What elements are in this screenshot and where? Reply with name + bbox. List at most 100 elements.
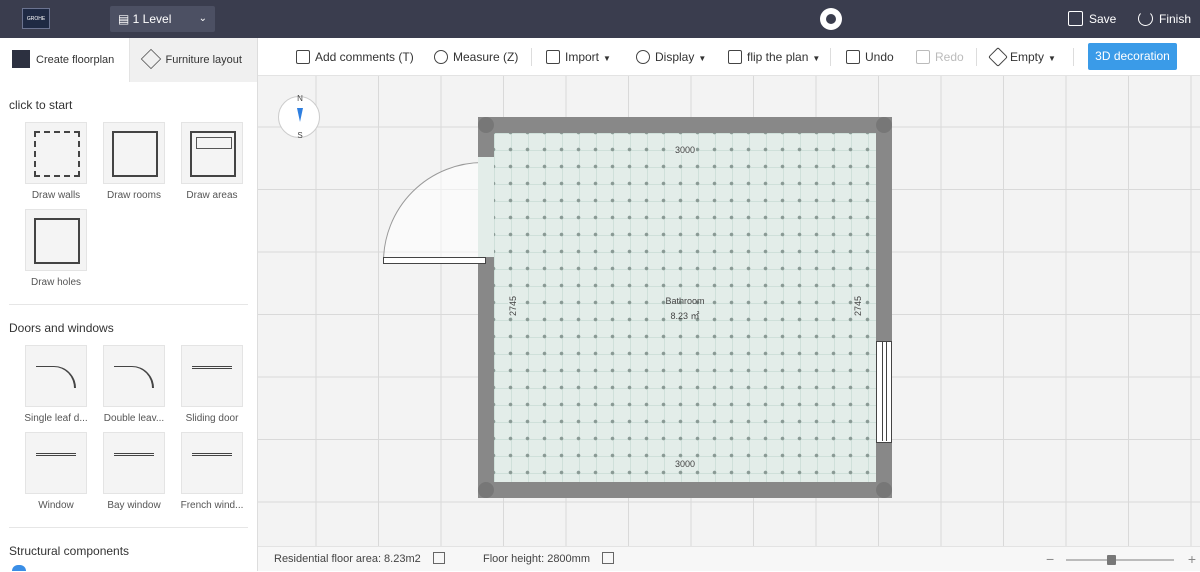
window[interactable] (876, 341, 892, 443)
3d-decoration-button[interactable]: 3D decoration (1088, 43, 1177, 70)
zoom-slider-track[interactable] (1066, 559, 1174, 561)
redo-label: Redo (935, 50, 964, 64)
top-bar: GROHE ▤ 1 Level ⌄ Save Finish (0, 0, 1200, 38)
tool-label: Bay window (107, 500, 161, 511)
dimension-bottom: 3000 (674, 459, 697, 469)
door-line (192, 366, 232, 388)
tool-label: Single leaf d... (24, 413, 88, 424)
zoom-slider-handle[interactable] (1107, 555, 1117, 565)
text-icon (296, 50, 310, 64)
draw-walls-tool[interactable]: Draw walls (17, 122, 95, 203)
level-label: 1 Level (132, 12, 172, 26)
measure-icon (434, 50, 448, 64)
french-line (192, 453, 232, 475)
corner-node[interactable] (478, 482, 494, 498)
bathroom-floor[interactable]: 3000 3000 2745 2745 Bathroom 8.23 ㎡ (494, 133, 876, 482)
undo-label: Undo (865, 50, 894, 64)
separator (1073, 48, 1074, 66)
draw-rooms-icon (103, 122, 165, 184)
room-rect (112, 131, 158, 177)
single-leaf-door-tool[interactable]: Single leaf d... (17, 345, 95, 426)
floorplan-icon (12, 50, 30, 68)
dimension-top: 3000 (674, 145, 697, 155)
flip-label: flip the plan (747, 50, 809, 64)
door-arc (114, 366, 154, 388)
draw-areas-tool[interactable]: Draw areas (173, 122, 251, 203)
floorplan-canvas[interactable]: N S 3000 3000 2745 2745 Bathroom 8.23 ㎡ (258, 76, 1200, 546)
floor-height-status: Floor height: 2800mm (483, 547, 614, 572)
upload-icon (546, 50, 560, 64)
room-name: Bathroom (665, 296, 705, 306)
measure-label: Measure (Z) (453, 50, 519, 64)
door-leaf[interactable] (383, 257, 486, 264)
draw-holes-icon (25, 209, 87, 271)
chevron-down-icon: ▼ (1048, 54, 1056, 63)
import-button[interactable]: Import ▼ (546, 38, 611, 76)
bay-window-tool[interactable]: Bay window (95, 432, 173, 513)
level-selector[interactable]: ▤ 1 Level ⌄ (110, 6, 215, 32)
add-comments-button[interactable]: Add comments (T) (296, 38, 414, 76)
support-icon[interactable] (820, 8, 842, 30)
tool-label: Sliding door (185, 413, 239, 424)
window-line (36, 453, 76, 475)
zoom-in-button[interactable]: + (1188, 547, 1196, 572)
corner-node[interactable] (876, 117, 892, 133)
tool-label: Window (38, 500, 74, 511)
door-tools: Single leaf d... Double leav... Sliding … (0, 345, 257, 519)
chevron-down-icon: ▼ (698, 54, 707, 63)
corner-node[interactable] (478, 117, 494, 133)
cube-icon (140, 48, 161, 70)
chevron-down-icon: ⌄ (198, 13, 207, 24)
door-opening[interactable] (478, 157, 494, 257)
hole-rect (34, 218, 80, 264)
draw-rooms-tool[interactable]: Draw rooms (95, 122, 173, 203)
structural-item-icon[interactable] (12, 565, 26, 571)
bay-window-icon (103, 432, 165, 494)
single-leaf-door-icon (25, 345, 87, 407)
double-leaf-door-tool[interactable]: Double leav... (95, 345, 173, 426)
corner-node[interactable] (876, 482, 892, 498)
sliding-door-tool[interactable]: Sliding door (173, 345, 251, 426)
eye-icon (636, 50, 650, 64)
flip-plan-button[interactable]: flip the plan ▼ (728, 38, 820, 76)
draw-walls-icon (25, 122, 87, 184)
floor-height-text: Floor height: 2800mm (483, 553, 590, 565)
redo-button[interactable]: Redo (916, 38, 964, 76)
add-comments-label: Add comments (T) (315, 50, 414, 64)
toolbar: Add comments (T) Measure (Z) Import ▼ Dis… (258, 38, 1200, 76)
separator (976, 48, 977, 66)
edit-icon[interactable] (432, 552, 445, 564)
measure-button[interactable]: Measure (Z) (434, 38, 518, 76)
areas-rect (190, 131, 236, 177)
sidebar-tabs: Create floorplan Furniture layout (0, 38, 257, 82)
zoom-out-button[interactable]: − (1046, 547, 1054, 572)
divider (9, 304, 248, 305)
display-label: Display (655, 50, 695, 64)
chevron-down-icon: ▼ (603, 54, 611, 63)
separator (531, 48, 532, 66)
window-icon (25, 432, 87, 494)
tab-create-floorplan[interactable]: Create floorplan (0, 38, 129, 82)
compass[interactable]: N S (278, 94, 320, 140)
save-label: Save (1089, 12, 1117, 26)
sidebar: Create floorplan Furniture layout click … (0, 38, 258, 571)
empty-button[interactable]: Empty ▼ (988, 38, 1056, 76)
sliding-door-icon (181, 345, 243, 407)
french-window-tool[interactable]: French wind... (173, 432, 251, 513)
window-tool[interactable]: Window (17, 432, 95, 513)
tab-furniture-layout[interactable]: Furniture layout (128, 38, 257, 82)
finish-button[interactable]: Finish (1138, 0, 1191, 38)
display-button[interactable]: Display ▼ (636, 38, 706, 76)
save-button[interactable]: Save (1068, 0, 1116, 38)
dashed-rect (34, 131, 80, 177)
draw-holes-tool[interactable]: Draw holes (17, 209, 95, 290)
import-label: Import (565, 50, 600, 64)
edit-icon[interactable] (602, 552, 614, 564)
redo-icon (916, 50, 930, 64)
draw-areas-icon (181, 122, 243, 184)
compass-south: S (297, 131, 303, 140)
start-tools: Draw walls Draw rooms Draw areas Draw ho… (0, 122, 257, 296)
room-walls[interactable]: 3000 3000 2745 2745 Bathroom 8.23 ㎡ (478, 117, 892, 498)
undo-button[interactable]: Undo (846, 38, 894, 76)
grohe-logo[interactable]: GROHE (22, 8, 50, 29)
